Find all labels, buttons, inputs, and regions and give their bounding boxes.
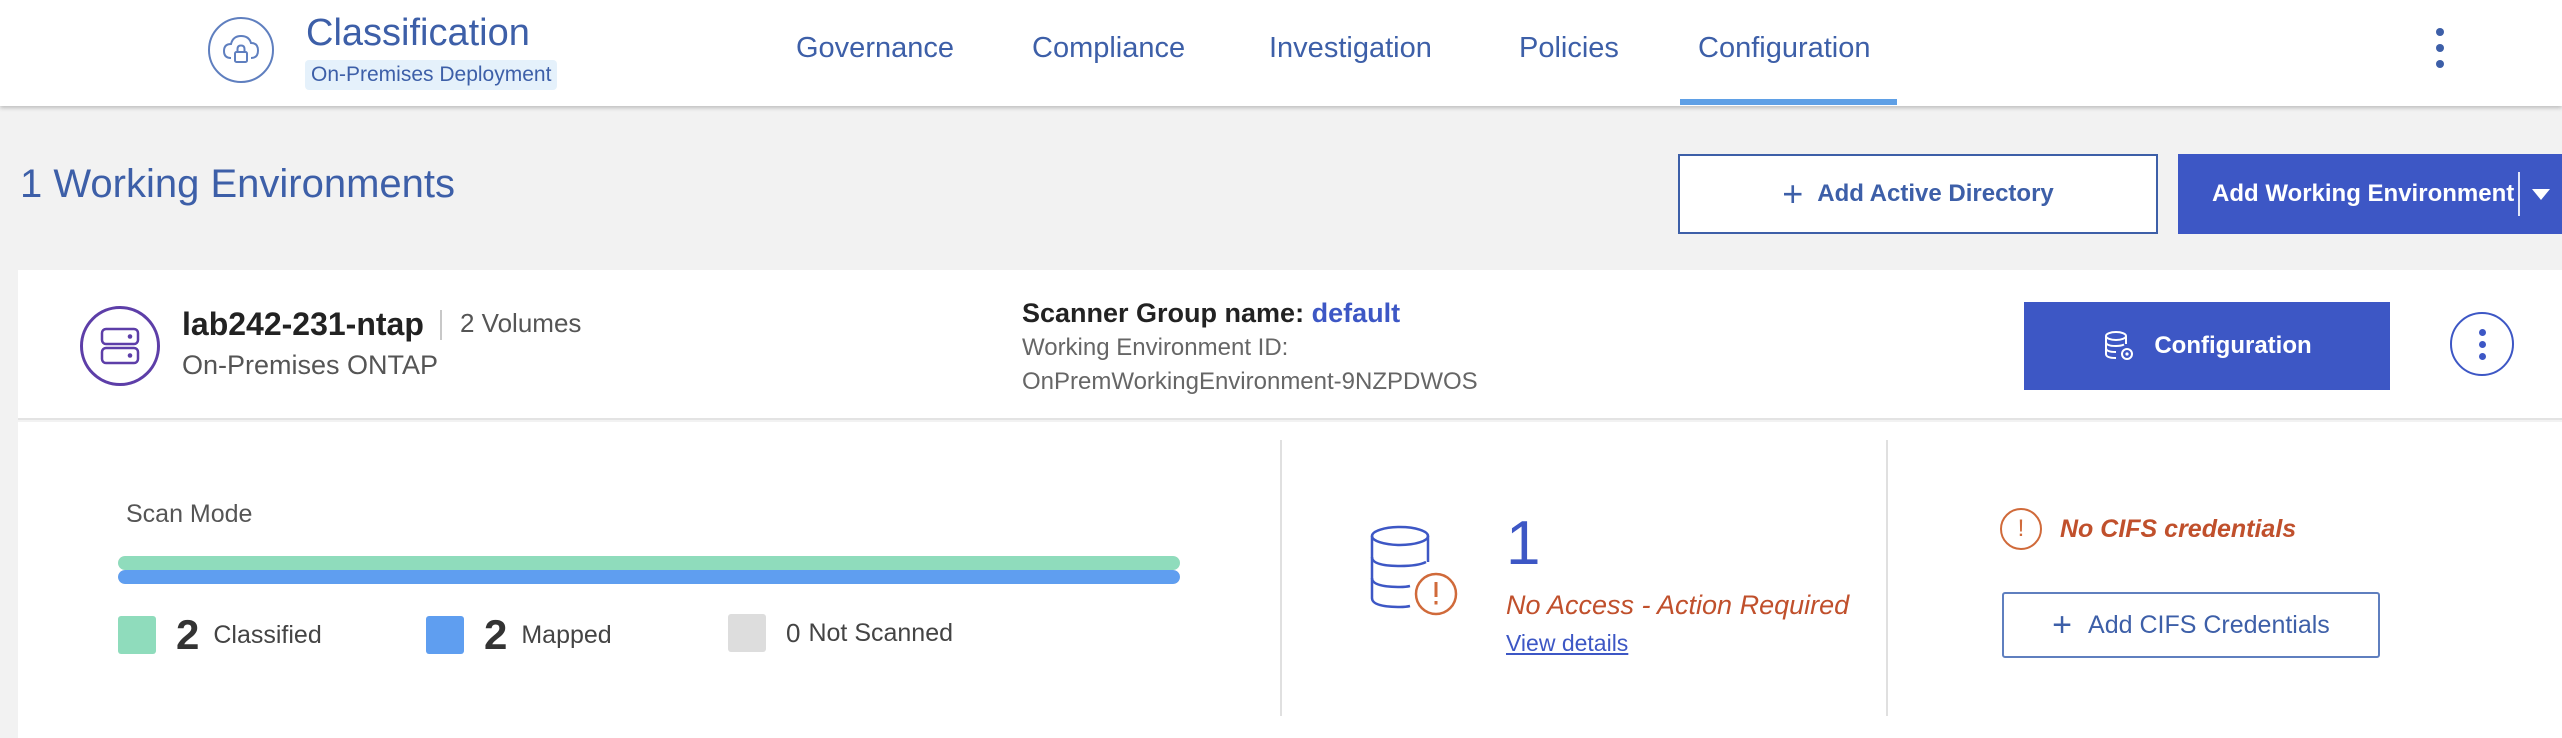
mapped-label: Mapped — [521, 620, 612, 649]
classified-progress-fill — [118, 556, 1180, 570]
button-divider — [2518, 172, 2520, 216]
configuration-button[interactable]: Configuration — [2024, 302, 2390, 390]
legend-not-scanned: 0 Not Scanned — [728, 614, 953, 652]
scanner-group-label: Scanner Group name: — [1022, 298, 1305, 328]
plus-icon: + — [2052, 606, 2073, 644]
environment-type: On-Premises ONTAP — [182, 350, 439, 380]
scan-mode-label: Scan Mode — [126, 500, 253, 528]
view-details-link[interactable]: View details — [1506, 630, 1628, 657]
scanner-group-value: default — [1311, 298, 1401, 328]
cloud-lock-icon — [208, 17, 274, 83]
add-cifs-credentials-button[interactable]: + Add CIFS Credentials — [2002, 592, 2380, 658]
no-access-label: No Access - Action Required — [1506, 590, 1850, 620]
database-settings-icon — [2105, 331, 2134, 360]
not-scanned-label: Not Scanned — [808, 618, 954, 647]
legend-classified: 2 Classified — [118, 614, 322, 656]
cifs-warning: ! No CIFS credentials — [2000, 508, 2296, 550]
mapped-swatch — [426, 616, 464, 654]
not-scanned-count: 0 — [786, 617, 801, 648]
server-icon — [80, 306, 160, 386]
tab-policies[interactable]: Policies — [1519, 32, 1619, 65]
classified-progress-bar — [118, 556, 1180, 570]
active-tab-indicator — [1680, 99, 1897, 105]
warning-icon: ! — [2000, 508, 2042, 550]
tab-compliance[interactable]: Compliance — [1032, 32, 1185, 65]
environment-id-label: Working Environment ID: — [1022, 334, 1289, 361]
working-environment-card-header: lab242-231-ntap 2 Volumes On-Premises ON… — [18, 270, 2562, 420]
section-divider — [1886, 440, 1888, 716]
add-working-environment-button[interactable]: Add Working Environment — [2178, 154, 2562, 234]
configuration-button-label: Configuration — [2154, 332, 2312, 359]
cifs-warning-text: No CIFS credentials — [2060, 514, 2297, 543]
deployment-badge: On-Premises Deployment — [305, 60, 558, 90]
database-warning-icon — [1366, 522, 1466, 627]
mapped-progress-fill — [118, 570, 1180, 584]
not-scanned-swatch — [728, 614, 766, 652]
app-title: Classification — [306, 12, 530, 54]
kebab-menu-icon[interactable] — [2426, 28, 2454, 68]
tab-governance[interactable]: Governance — [796, 32, 954, 65]
add-working-environment-label: Add Working Environment — [2212, 180, 2515, 207]
add-active-directory-label: Add Active Directory — [1817, 180, 2054, 207]
caret-down-icon[interactable] — [2532, 188, 2550, 200]
divider — [440, 310, 442, 340]
legend-mapped: 2 Mapped — [426, 614, 612, 656]
classified-count: 2 — [176, 611, 200, 658]
mapped-count: 2 — [484, 611, 508, 658]
scanner-group: Scanner Group name: default — [1022, 298, 1400, 329]
add-active-directory-button[interactable]: + Add Active Directory — [1678, 154, 2158, 234]
working-environment-card-body: Scan Mode 2 Classified 2 Mapped 0 Not Sc… — [18, 422, 2562, 738]
classified-swatch — [118, 616, 156, 654]
tab-investigation[interactable]: Investigation — [1269, 32, 1432, 65]
no-access-count: 1 — [1506, 509, 1541, 578]
mapped-progress-bar — [118, 570, 1180, 584]
add-cifs-credentials-label: Add CIFS Credentials — [2088, 610, 2330, 639]
volume-count: 2 Volumes — [460, 308, 582, 338]
page-title: 1 Working Environments — [20, 162, 455, 206]
environment-name: lab242-231-ntap — [182, 306, 424, 342]
section-divider — [1280, 440, 1282, 716]
tab-configuration[interactable]: Configuration — [1698, 32, 1871, 65]
top-header: Classification On-Premises Deployment Go… — [0, 0, 2562, 106]
environment-options-icon[interactable] — [2450, 312, 2514, 376]
environment-id-value: OnPremWorkingEnvironment-9NZPDWOS — [1022, 368, 1478, 395]
plus-icon: + — [1782, 173, 1804, 214]
classified-label: Classified — [213, 620, 322, 649]
